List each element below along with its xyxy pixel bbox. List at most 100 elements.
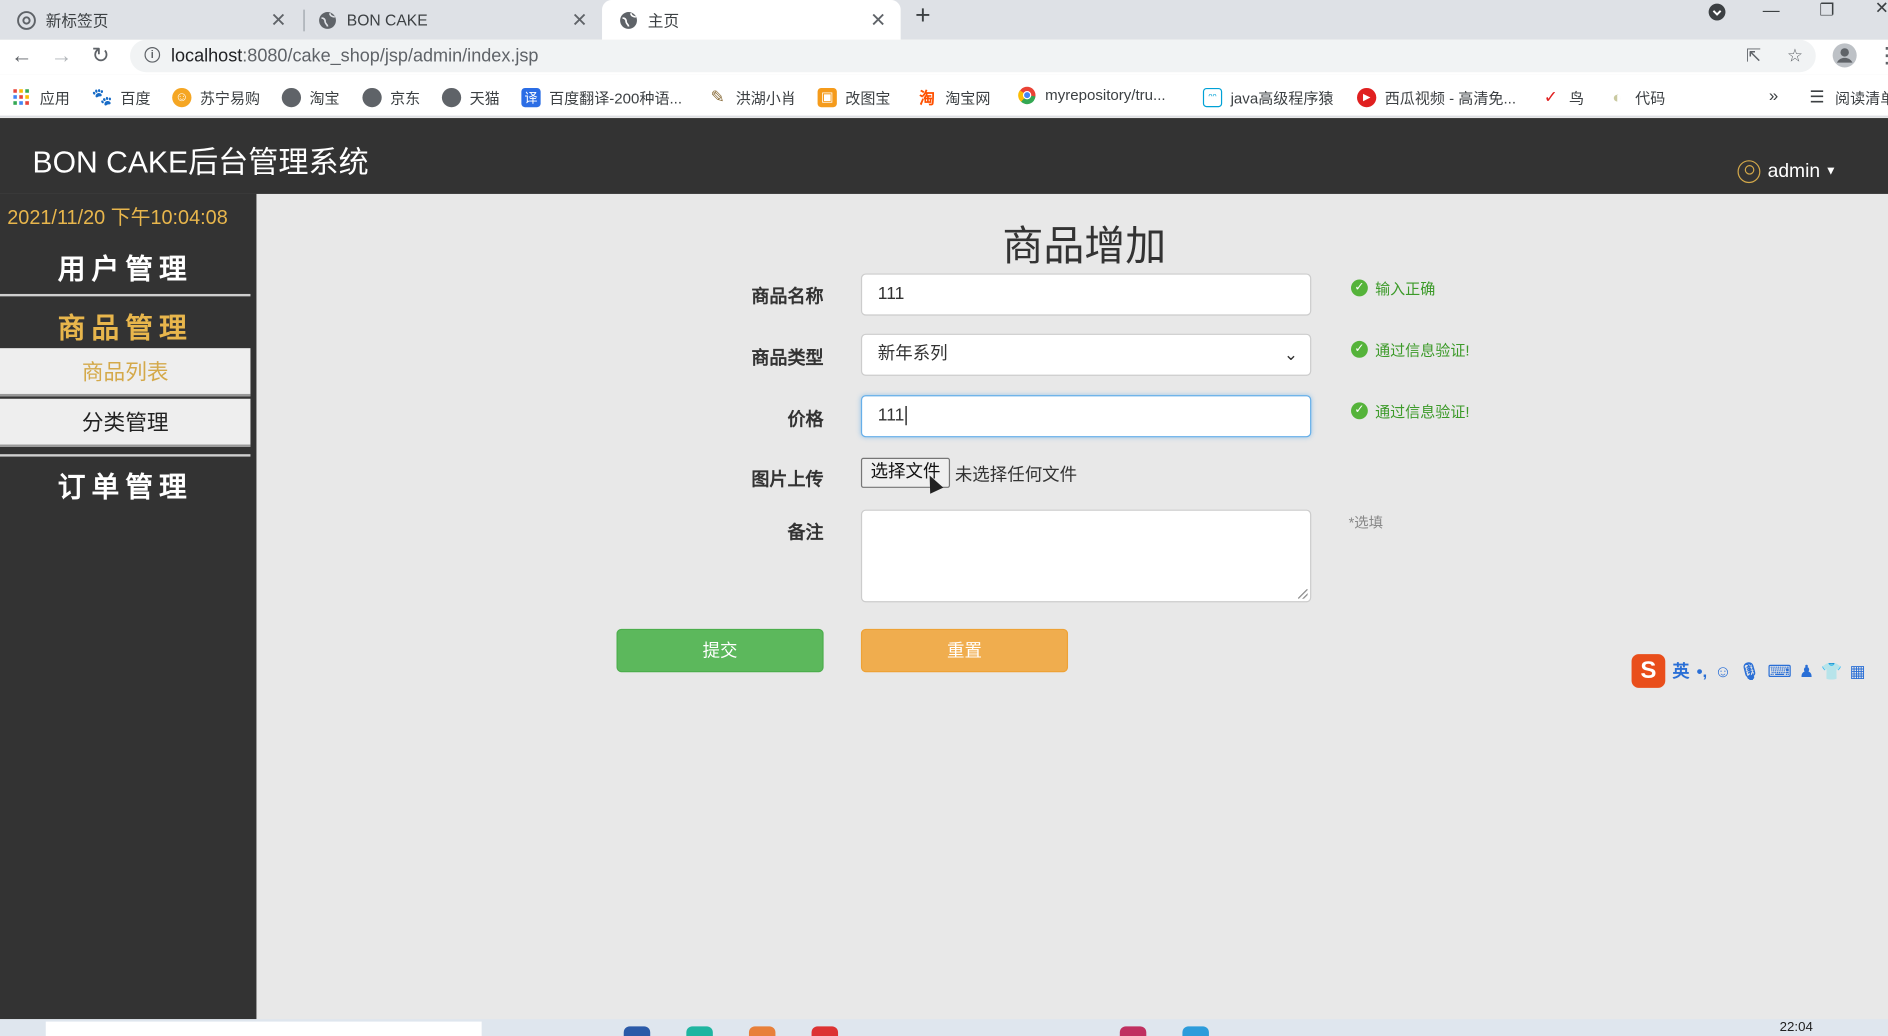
resize-grip-icon[interactable] <box>1298 589 1308 599</box>
main-content: 商品增加 商品名称 111 ✓ 输入正确 商品类型 新年系列 ⌄ ✓ 通过信息验… <box>256 193 1888 1020</box>
window-close-icon[interactable]: ✕ <box>1875 0 1888 18</box>
price-validation: ✓ 通过信息验证! <box>1351 399 1470 422</box>
keyboard-icon[interactable]: ⌨ <box>1767 661 1791 681</box>
ime-mode[interactable]: 英 <box>1672 659 1689 683</box>
datetime: 2021/11/20 下午10:04:08 <box>7 207 228 229</box>
bookmark-label: 淘宝 <box>309 90 340 108</box>
check-circle-icon: ✓ <box>1351 401 1368 419</box>
image-label: 图片上传 <box>751 469 824 491</box>
menu-order-management[interactable]: 订单管理 <box>0 464 250 505</box>
tab-bon-cake[interactable]: BON CAKE ✕ <box>301 0 602 40</box>
url-text[interactable]: localhost:8080/cake_shop/jsp/admin/index… <box>171 46 538 66</box>
text-caret <box>905 405 907 426</box>
skin-icon[interactable]: 👕 <box>1821 661 1842 681</box>
microphone-icon[interactable]: 🎙 <box>1739 661 1760 681</box>
bookmark-gaitubao[interactable]: ▣ 改图宝 <box>817 86 890 109</box>
taskbar-app-icon[interactable] <box>1119 1026 1147 1036</box>
bookmark-code[interactable]: ◐ 代码 <box>1607 86 1665 109</box>
close-icon[interactable]: ✕ <box>870 8 886 32</box>
bookmark-label: 西瓜视频 - 高清免... <box>1384 90 1516 108</box>
ime-toolbar[interactable]: S 英 •, ☺ 🎙 ⌨ ♟ 👕 ▦ <box>1631 654 1888 688</box>
new-tab-icon[interactable]: + <box>915 0 930 31</box>
tab-home[interactable]: 主页 ✕ <box>602 0 901 40</box>
submit-button[interactable]: 提交 <box>616 628 824 673</box>
punctuation-icon[interactable]: •, <box>1697 661 1708 680</box>
menu-user-management[interactable]: 用户管理 <box>0 246 250 287</box>
file-status: 未选择任何文件 <box>954 466 1078 486</box>
toolbox-icon[interactable]: ▦ <box>1850 661 1866 681</box>
menu-goods-management[interactable]: 商品管理 <box>0 305 250 346</box>
bookmark-label: 淘宝网 <box>945 90 991 108</box>
taskbar-app-icon[interactable] <box>686 1026 713 1036</box>
app-header: BON CAKE后台管理系统 admin ▼ <box>0 118 1888 194</box>
bookmark-java[interactable]: ᵔᵔ java高级程序猿 <box>1202 86 1333 109</box>
reset-button[interactable]: 重置 <box>860 628 1069 673</box>
type-label: 商品类型 <box>751 348 824 369</box>
back-icon[interactable]: ← <box>11 43 33 68</box>
url-host: localhost <box>170 45 243 67</box>
bookmark-label: 百度翻译-200种语... <box>549 90 683 108</box>
feather-icon: ✎ <box>710 86 725 107</box>
taskbar-search[interactable] <box>45 1021 482 1036</box>
tab-new[interactable]: 新标签页 ✕ <box>0 0 301 40</box>
bookmark-taobaowang[interactable]: 淘 淘宝网 <box>918 86 991 109</box>
sidebar-item-goods-list[interactable]: 商品列表 <box>0 348 251 397</box>
bookmark-apps[interactable]: 应用 <box>12 86 70 109</box>
emoji-icon[interactable]: ☺ <box>1714 661 1731 680</box>
user-voice-icon[interactable]: ♟ <box>1799 661 1814 681</box>
minimize-icon[interactable]: — <box>1763 0 1780 19</box>
bookmark-bird[interactable]: ✓ 鸟 <box>1541 86 1584 109</box>
type-select[interactable]: 新年系列 ⌄ <box>860 333 1312 376</box>
bookmark-taobao[interactable]: 淘宝 <box>281 86 340 109</box>
bookmark-jd[interactable]: 京东 <box>362 86 420 109</box>
reading-list[interactable]: ☰ 阅读清单 <box>1807 86 1888 109</box>
sidebar: 2021/11/20 下午10:04:08 用户管理 商品管理 商品列表 分类管… <box>0 193 257 1020</box>
taskbar-app-icon[interactable] <box>1182 1026 1209 1036</box>
info-icon[interactable]: i <box>144 46 161 63</box>
globe-icon <box>318 10 337 29</box>
taskbar-app-icon[interactable] <box>623 1026 651 1036</box>
divider <box>0 454 251 457</box>
taobao-icon: 淘 <box>919 89 935 108</box>
bookmark-label: 鸟 <box>1568 90 1585 108</box>
bookmark-label: 苏宁易购 <box>199 90 261 108</box>
tab-title: BON CAKE <box>346 10 428 29</box>
chrome-icon <box>17 10 36 30</box>
bookmark-xigua[interactable]: ▶ 西瓜视频 - 高清免... <box>1357 86 1516 109</box>
reading-list-label: 阅读清单 <box>1835 90 1888 108</box>
type-select-value: 新年系列 <box>877 344 948 364</box>
note-hint: *选填 <box>1348 514 1384 532</box>
bookmark-fanyi[interactable]: 译 百度翻译-200种语... <box>521 86 682 109</box>
tab-search-icon[interactable] <box>1707 2 1726 25</box>
close-icon[interactable]: ✕ <box>270 8 286 32</box>
bookmark-baidu[interactable]: 🐾 百度 <box>91 86 151 109</box>
baidu-paw-icon: 🐾 <box>91 86 113 107</box>
price-input[interactable]: 111 <box>860 395 1312 438</box>
star-icon[interactable]: ☆ <box>1787 45 1803 66</box>
menu-kebab-icon[interactable]: ⋮ <box>1876 43 1888 68</box>
sidebar-item-category[interactable]: 分类管理 <box>0 398 251 447</box>
divider <box>0 293 251 297</box>
validation-text: 通过信息验证! <box>1375 403 1470 421</box>
username: admin <box>1767 160 1821 182</box>
taskbar-app-icon[interactable] <box>811 1026 839 1036</box>
bookmark-label: 代码 <box>1635 90 1666 108</box>
restore-icon[interactable]: ❐ <box>1819 0 1834 20</box>
profile-icon[interactable] <box>1831 42 1857 75</box>
bookmarks-overflow-icon[interactable]: » <box>1769 86 1778 105</box>
bookmark-honghu[interactable]: ✎ 洪湖小肖 <box>708 86 796 109</box>
bookmark-myrepository[interactable]: myrepository/tru... <box>1017 86 1166 105</box>
forward-icon[interactable]: → <box>51 43 73 68</box>
name-label: 商品名称 <box>751 286 824 308</box>
address-bar[interactable]: i localhost:8080/cake_shop/jsp/admin/ind… <box>130 39 1816 73</box>
share-icon[interactable]: ⇱ <box>1746 45 1761 66</box>
taskbar-app-icon[interactable] <box>748 1026 776 1036</box>
name-input[interactable]: 111 <box>860 273 1312 316</box>
note-textarea[interactable] <box>860 509 1312 603</box>
user-menu[interactable]: admin ▼ <box>1737 160 1837 184</box>
bookmark-tmall[interactable]: 天猫 <box>441 86 500 109</box>
bookmark-suning[interactable]: ☺ 苏宁易购 <box>172 86 260 109</box>
reload-icon[interactable]: ↻ <box>92 43 110 68</box>
close-icon[interactable]: ✕ <box>571 8 587 32</box>
globe-icon <box>362 87 382 107</box>
